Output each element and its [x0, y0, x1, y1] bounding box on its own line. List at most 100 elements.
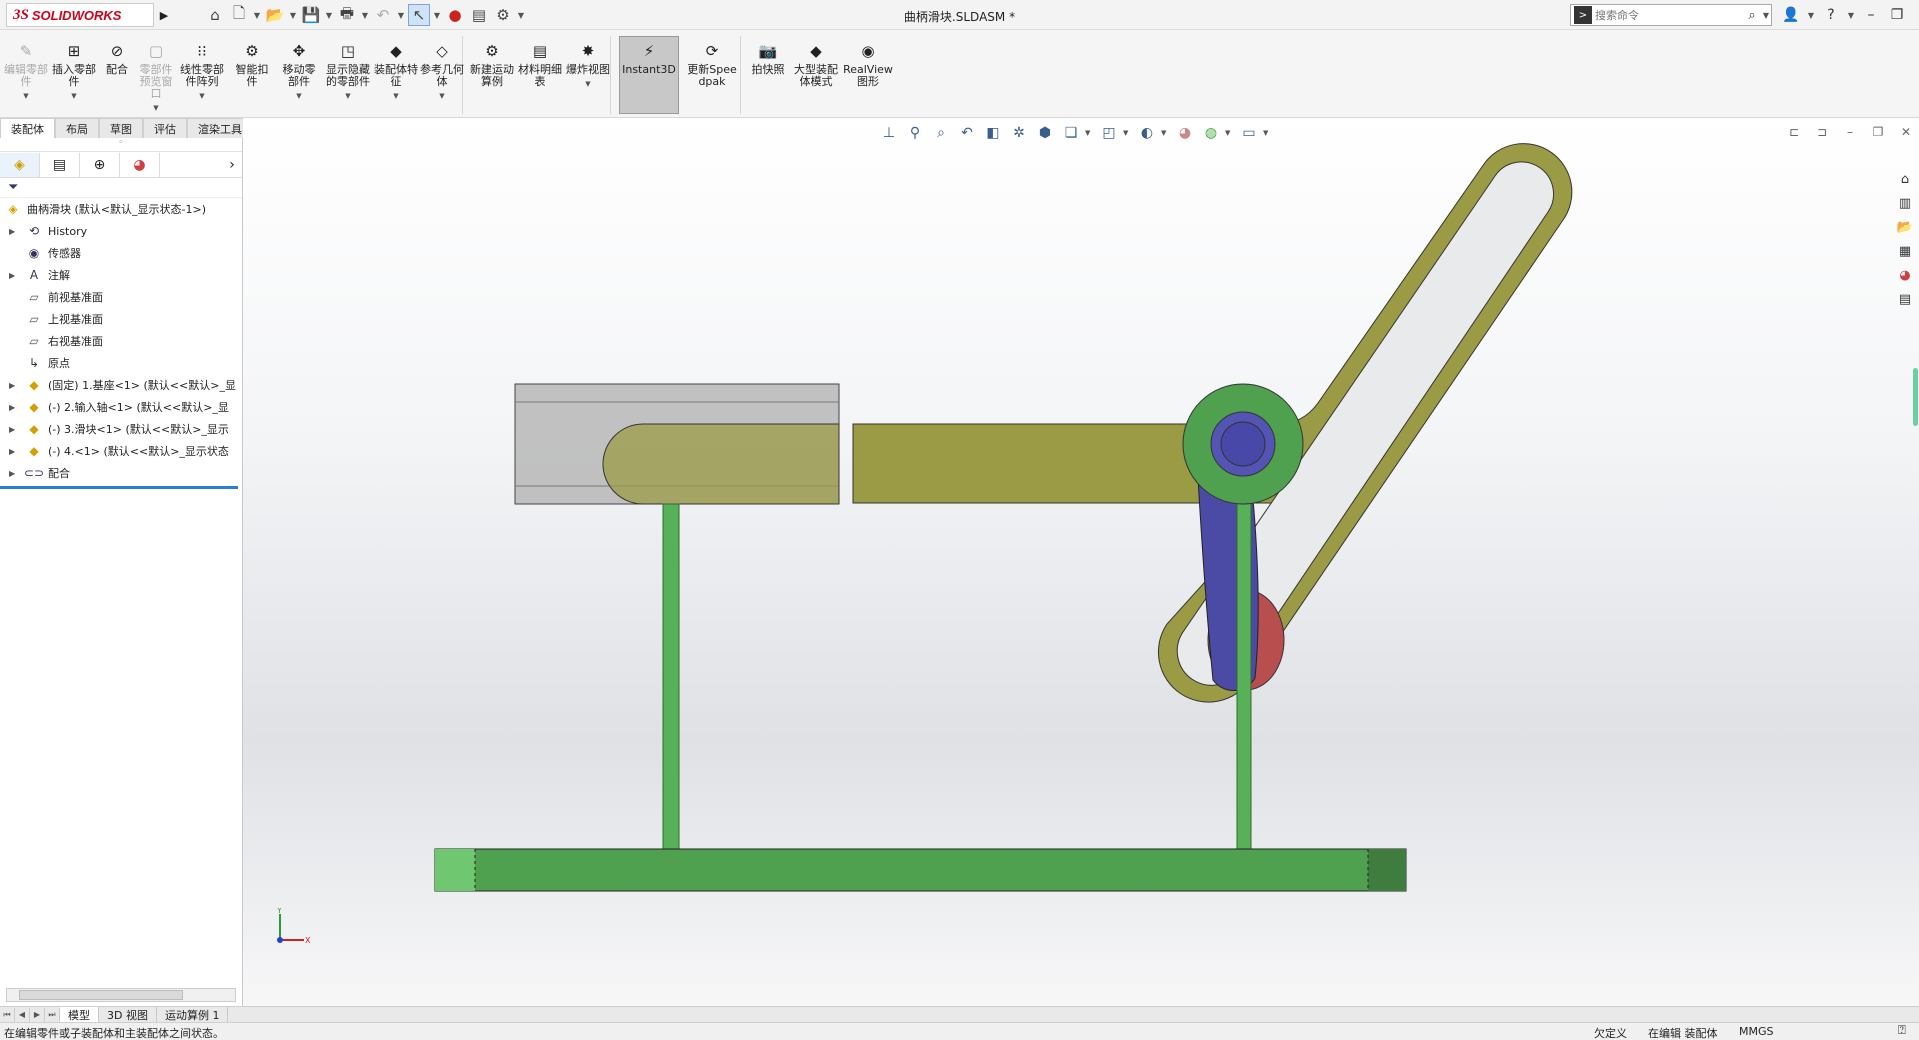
home-icon[interactable]: ⌂ [204, 4, 226, 26]
tree-item[interactable]: ▶ ◆ (固定) 1.基座<1> (默认<<默认>_显 [0, 374, 242, 396]
open-folder-icon[interactable]: 📂 [264, 4, 286, 26]
expand-arrow-icon[interactable]: ▶ [9, 271, 19, 280]
zoom-to-area-icon[interactable]: ⌕ [929, 122, 953, 144]
prev-tab-icon[interactable]: ◀ [15, 1007, 30, 1022]
dynamic-annotation-icon[interactable]: ✲ [1007, 122, 1031, 144]
ribbon-button-exploded-view[interactable]: ✸ 爆炸视图 ▼ [566, 40, 610, 118]
file-explorer-icon[interactable]: 📂 [1894, 216, 1916, 238]
display-style-dropdown-icon[interactable]: ▼ [1085, 129, 1095, 137]
print-dropdown-icon[interactable]: ▼ [360, 4, 370, 26]
ribbon-button-large-assembly[interactable]: ◆ 大型装配体模式 [794, 40, 838, 118]
select-dropdown-icon[interactable]: ▼ [432, 4, 442, 26]
ribbon-button-show-hidden[interactable]: ◳ 显示隐藏的零部件 ▼ [324, 40, 372, 118]
ribbon-button-bom[interactable]: ▤ 材料明细表 [518, 40, 562, 118]
tree-filter[interactable]: ⏷ [0, 178, 242, 198]
bottom-tab-0[interactable]: 模型 [60, 1006, 99, 1023]
tree-rollback-bar[interactable] [0, 486, 238, 489]
previous-view-icon[interactable]: ↶ [955, 122, 979, 144]
ribbon-button-reference-geometry[interactable]: ◇ 参考几何体 ▼ [420, 40, 464, 118]
options-gear-icon[interactable]: ⚙ [492, 4, 514, 26]
undo-icon[interactable]: ↶ [372, 4, 394, 26]
help-dropdown-icon[interactable]: ▼ [1846, 4, 1856, 26]
ribbon-button-instant3d[interactable]: ⚡ Instant3D [620, 40, 678, 118]
status-help-icon[interactable]: ⍰ [1898, 1023, 1906, 1038]
tree-item[interactable]: ◉ 传感器 [0, 242, 242, 264]
tree-item[interactable]: ▶ ◆ (-) 4.<1> (默认<<默认>_显示状态 [0, 440, 242, 462]
monitor-icon[interactable]: ▭ [1237, 122, 1261, 144]
tree-item[interactable]: ▱ 上视基准面 [0, 308, 242, 330]
expand-arrow-icon[interactable]: ▶ [9, 425, 19, 434]
ribbon-dropdown-icon[interactable]: ▼ [71, 90, 76, 102]
view-palette-icon[interactable]: ▦ [1894, 240, 1916, 262]
hide-show-items-icon[interactable]: ◰ [1097, 122, 1121, 144]
tree-horizontal-scrollbar[interactable] [6, 988, 236, 1002]
bottom-tab-1[interactable]: 3D 视图 [99, 1006, 157, 1023]
panel-tabs-more-icon[interactable]: › [222, 153, 242, 177]
search-icon[interactable]: ⌕ [1743, 8, 1761, 23]
display-manager-tab-icon[interactable]: ◕ [120, 152, 160, 177]
ribbon-button-mate[interactable]: ⊘ 配合 [100, 40, 134, 118]
tree-item[interactable]: ▶ ◆ (-) 3.滑块<1> (默认<<默认>_显示 [0, 418, 242, 440]
search-input[interactable] [1595, 8, 1743, 22]
tree-item[interactable]: ▱ 前视基准面 [0, 286, 242, 308]
viewport-restore-icon[interactable]: ❐ [1867, 123, 1889, 141]
expand-arrow-icon[interactable]: ▶ [9, 447, 19, 456]
new-dropdown-icon[interactable]: ▼ [252, 4, 262, 26]
next-tab-icon[interactable]: ▶ [30, 1007, 45, 1022]
left-pillar[interactable] [662, 503, 680, 867]
user-icon[interactable]: 👤 [1780, 4, 1802, 26]
design-library-icon[interactable]: ▥ [1894, 192, 1916, 214]
traffic-light-icon[interactable]: ● [444, 4, 466, 26]
select-pointer-icon[interactable]: ↖ [408, 4, 430, 26]
bottom-tab-2[interactable]: 运动算例 1 [157, 1006, 229, 1023]
graphics-area[interactable]: ⊥ ⚲ ⌕ ↶ ◧ ✲ ⬢ ❏ ▼ ◰ ▼ ◐ ▼ ◕ ◍ ▼ ▭ ▼ ⊏ ⊐ … [243, 118, 1919, 1006]
minimize-icon[interactable]: – [1860, 4, 1882, 26]
ribbon-button-snapshot[interactable]: 📷 拍快照 [746, 40, 790, 118]
ribbon-button-edit-component[interactable]: ✎ 编辑零部件 ▼ [4, 40, 48, 118]
tab-0[interactable]: 装配体 [0, 118, 55, 138]
tree-item[interactable]: ▶ ◆ (-) 2.输入轴<1> (默认<<默认>_显 [0, 396, 242, 418]
first-tab-icon[interactable]: ⏮ [0, 1007, 15, 1022]
save-icon[interactable]: 💾 [300, 4, 322, 26]
close-icon[interactable]: ✕ [1912, 4, 1919, 26]
property-manager-tab-icon[interactable]: ▤ [40, 152, 80, 177]
ribbon-button-insert-component[interactable]: ⊞ 插入零部件 ▼ [52, 40, 96, 118]
last-tab-icon[interactable]: ⏭ [45, 1007, 60, 1022]
ribbon-button-component-preview[interactable]: ▢ 零部件预览窗口 ▼ [138, 40, 174, 118]
feature-tree-tab-icon[interactable]: ◈ [0, 152, 40, 177]
viewport-scroll-indicator[interactable] [1913, 368, 1918, 426]
view-orientation-icon[interactable]: ⊥ [877, 122, 901, 144]
hide-show-dropdown-icon[interactable]: ▼ [1123, 129, 1133, 137]
ribbon-dropdown-icon[interactable]: ▼ [393, 90, 398, 102]
zoom-to-fit-icon[interactable]: ⚲ [903, 122, 927, 144]
scroll-thumb[interactable] [19, 990, 183, 1000]
expand-arrow-icon[interactable]: ▶ [9, 403, 19, 412]
view-cube-icon[interactable]: ⬢ [1033, 122, 1057, 144]
ribbon-button-speedpak[interactable]: ⟳ 更新Speedpak [684, 40, 740, 118]
view-settings-dropdown-icon[interactable]: ▼ [1225, 129, 1235, 137]
options-dropdown-icon[interactable]: ▼ [516, 4, 526, 26]
panel-collapse-handle[interactable]: ◦ [0, 138, 242, 152]
ribbon-button-realview[interactable]: ◉ RealView图形 [842, 40, 894, 118]
ribbon-button-linear-pattern[interactable]: ⁝⁝ 线性零部件阵列 ▼ [176, 40, 228, 118]
menu-expand-icon[interactable]: ▶ [156, 3, 172, 27]
ribbon-dropdown-icon[interactable]: ▼ [439, 90, 444, 102]
solidworks-logo[interactable]: 3S SOLIDWORKS [6, 3, 154, 27]
viewport-minimize-icon[interactable]: – [1839, 123, 1861, 141]
undo-dropdown-icon[interactable]: ▼ [396, 4, 406, 26]
tree-item[interactable]: ▱ 右视基准面 [0, 330, 242, 352]
filter-icon[interactable]: ⏷ [8, 180, 18, 195]
ribbon-dropdown-icon[interactable]: ▼ [585, 78, 590, 90]
edit-appearance-icon[interactable]: ◐ [1135, 122, 1159, 144]
ribbon-dropdown-icon[interactable]: ▼ [153, 102, 158, 114]
panel-right-icon[interactable]: ⊐ [1811, 123, 1833, 141]
expand-arrow-icon[interactable]: ▶ [9, 469, 19, 478]
tree-root-assembly[interactable]: ◈ 曲柄滑块 (默认<默认_显示状态-1>) [0, 198, 242, 220]
ribbon-button-smart-fasteners[interactable]: ⚙ 智能扣件 [232, 40, 272, 118]
assembly-model[interactable] [243, 118, 1919, 1006]
appearances-scenes-icon[interactable]: ◕ [1894, 264, 1916, 286]
ribbon-dropdown-icon[interactable]: ▼ [23, 90, 28, 102]
solidworks-resources-icon[interactable]: ⌂ [1894, 168, 1916, 190]
open-dropdown-icon[interactable]: ▼ [288, 4, 298, 26]
tree-item[interactable]: ↳ 原点 [0, 352, 242, 374]
